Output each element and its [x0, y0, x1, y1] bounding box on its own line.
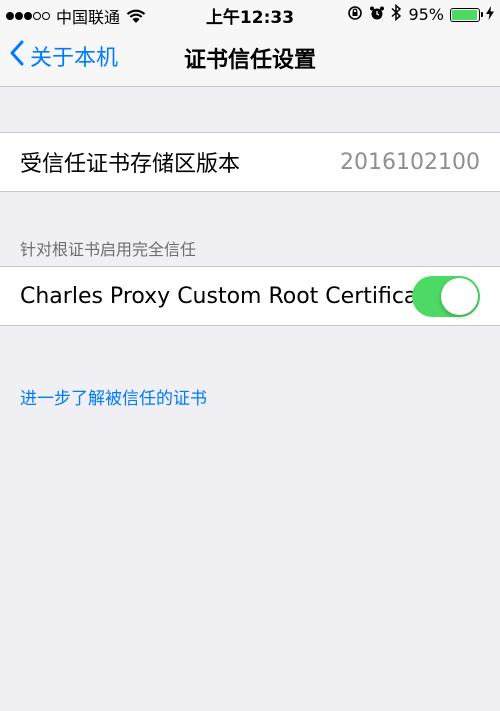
status-right: 95% — [347, 3, 494, 25]
section-header-full-trust: 针对根证书启用完全信任 — [20, 240, 197, 259]
battery-icon — [450, 7, 483, 22]
trust-store-group: 受信任证书存储区版本 2016102100 — [0, 132, 500, 192]
navigation-bar: 关于本机 证书信任设置 — [0, 28, 500, 86]
certificate-name: Charles Proxy Custom Root Certifica... — [20, 283, 439, 309]
top-bar: 中国联通 上午12:33 95% 关于本机 证书信任设置 — [0, 0, 500, 87]
full-trust-group: Charles Proxy Custom Root Certifica... — [0, 266, 500, 326]
certificate-trust-toggle[interactable] — [412, 276, 480, 317]
trust-store-label: 受信任证书存储区版本 — [20, 152, 241, 177]
learn-more-link[interactable]: 进一步了解被信任的证书 — [20, 384, 207, 409]
orientation-lock-icon — [347, 5, 363, 25]
alarm-icon — [369, 5, 385, 25]
page-title: 证书信任设置 — [183, 48, 316, 73]
battery-cap — [481, 11, 483, 17]
trust-store-cell: 受信任证书存储区版本 2016102100 — [0, 133, 500, 191]
settings-screen: 中国联通 上午12:33 95% 关于本机 证书信任设置 受信任证书存储区版本 … — [0, 0, 500, 711]
battery-fill — [452, 9, 477, 20]
trust-store-version: 2016102100 — [340, 149, 480, 175]
certificate-cell: Charles Proxy Custom Root Certifica... — [0, 267, 500, 325]
charging-bolt-icon — [486, 5, 494, 24]
bluetooth-icon — [391, 3, 402, 25]
toggle-knob — [441, 278, 478, 315]
battery-percent: 95% — [408, 5, 444, 24]
status-bar: 中国联通 上午12:33 95% — [0, 0, 500, 28]
